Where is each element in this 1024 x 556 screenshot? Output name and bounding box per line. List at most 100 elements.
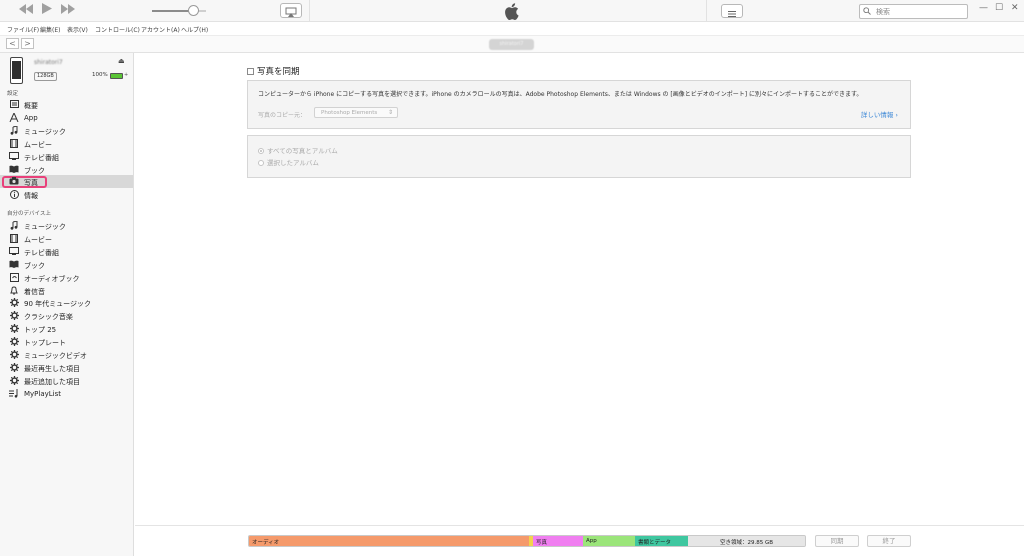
sidebar-device-item-3[interactable]: ブック [0, 258, 133, 271]
airplay-icon [285, 7, 297, 17]
option-all-label: すべての写真とアルバム [267, 147, 338, 155]
sidebar-settings-item-7[interactable]: 情報 [0, 188, 133, 201]
sidebar-item-label: 写真 [24, 179, 38, 188]
sidebar-item-label: MyPlayList [24, 389, 62, 398]
menu-view[interactable]: 表示(V) [67, 25, 88, 34]
sidebar-item-label: 最近再生した項目 [24, 364, 80, 373]
up-next-list-button[interactable] [721, 4, 743, 18]
sidebar-item-label: App [24, 113, 38, 122]
sidebar-settings-item-5[interactable]: ブック [0, 163, 133, 176]
more-info-link[interactable]: 詳しい情報 › [861, 109, 898, 119]
back-button[interactable]: < [6, 38, 19, 49]
gear-icon [9, 350, 19, 359]
sidebar-device-item-7[interactable]: クラシック音楽 [0, 309, 133, 322]
device-title-pill[interactable]: shiratori7 [489, 39, 534, 50]
airplay-button[interactable] [280, 3, 302, 18]
sidebar-item-label: トップレート [24, 339, 66, 348]
sidebar-device-item-10[interactable]: ミュージックビデオ [0, 348, 133, 361]
search-icon [863, 7, 871, 15]
eject-icon[interactable]: ⏏ [118, 57, 125, 65]
sidebar-item-label: ミュージック [24, 223, 66, 231]
sidebar-settings-item-1[interactable]: App [0, 111, 133, 124]
radio-selected-icon [258, 148, 264, 154]
more-info-label: 詳しい情報 [860, 111, 894, 119]
gear-icon [9, 324, 19, 334]
camera-icon [9, 177, 19, 186]
copy-from-value: Photoshop Elements [321, 110, 378, 116]
sidebar-item-label: ミュージックビデオ [24, 352, 87, 360]
play-icon[interactable] [42, 3, 52, 17]
sidebar-item-label: 概要 [24, 102, 38, 110]
navigation-bar: < > shiratori7 [0, 36, 1024, 53]
playlist-icon [9, 388, 19, 398]
capacity-segment: 写真 [533, 536, 583, 546]
sidebar-device-item-9[interactable]: トップレート [0, 335, 133, 348]
sidebar-device-item-11[interactable]: 最近再生した項目 [0, 361, 133, 374]
close-button[interactable]: ✕ [1011, 3, 1019, 13]
capacity-bar: オーディオ 写真 App 書類とデータ 空き領域：29.85 GB [248, 535, 806, 547]
menu-edit[interactable]: 編集(E) [40, 25, 60, 34]
battery-percent: 100% [92, 72, 108, 78]
sync-button[interactable]: 同期 [815, 535, 859, 547]
fast-forward-icon[interactable] [61, 3, 75, 17]
capacity-segment: 書類とデータ [635, 536, 688, 546]
movie-icon [9, 233, 19, 243]
done-button[interactable]: 終了 [867, 535, 911, 547]
bell-icon [9, 285, 19, 295]
sidebar-item-label: ミュージック [24, 127, 66, 136]
menu-help[interactable]: ヘルプ(H) [181, 25, 208, 34]
app-icon [9, 112, 19, 123]
menu-bar: ファイル(F) 編集(E) 表示(V) コントロール(C) アカウント(A) ヘ… [0, 22, 1024, 36]
toolbar-divider [309, 0, 310, 22]
menu-account[interactable]: アカウント(A) [141, 25, 180, 34]
copy-from-label: 写真のコピー元： [258, 112, 307, 119]
option-selected-label: 選択したアルバム [267, 159, 319, 167]
photo-source-panel: コンピューターから iPhone にコピーする写真を選択できます。iPhone … [247, 80, 911, 129]
sidebar-settings-item-0[interactable]: 概要 [0, 98, 133, 111]
option-selected-albums[interactable]: 選択したアルバム [258, 157, 319, 167]
gear-icon [9, 375, 19, 385]
gear-icon [9, 311, 19, 321]
sidebar-device-item-13[interactable]: MyPlayList [0, 387, 133, 400]
forward-button[interactable]: > [21, 38, 34, 49]
copy-from-select[interactable]: Photoshop Elements ⇕ [314, 107, 398, 118]
summary-icon [9, 100, 19, 109]
search-placeholder: 検索 [876, 8, 890, 16]
sidebar-device-item-6[interactable]: 90 年代ミュージック [0, 296, 133, 309]
sidebar-settings-item-6[interactable]: 写真 [0, 175, 133, 189]
settings-section-header: 設定 [7, 91, 19, 97]
sidebar-settings-item-3[interactable]: ムービー [0, 137, 133, 150]
device-name: shiratori7 [34, 59, 63, 66]
info-icon [9, 190, 19, 200]
footer-divider [135, 525, 1024, 526]
sync-photos-checkbox[interactable] [247, 68, 254, 75]
rewind-icon[interactable] [19, 3, 33, 17]
search-field[interactable]: 検索 [859, 4, 968, 19]
book-icon [9, 260, 19, 269]
gear-icon [9, 337, 19, 347]
minimize-button[interactable]: — [979, 3, 988, 13]
sidebar-device-item-1[interactable]: ムービー [0, 232, 133, 245]
sidebar: shiratori7 ⏏ 128GB 100% + 設定 概要 App ミュージック… [0, 53, 134, 556]
charging-icon: + [124, 72, 129, 78]
sidebar-device-item-0[interactable]: ミュージック [0, 219, 133, 232]
sidebar-device-item-12[interactable]: 最近追加した項目 [0, 374, 133, 387]
list-icon [728, 11, 736, 17]
option-all-albums[interactable]: すべての写真とアルバム [258, 145, 338, 155]
sidebar-device-item-4[interactable]: オーディオブック [0, 271, 133, 284]
sync-photos-row[interactable]: 写真を同期 [247, 65, 300, 77]
capacity-segment: 空き領域：29.85 GB [688, 536, 805, 546]
volume-slider-knob[interactable] [187, 5, 199, 16]
sync-photos-label: 写真を同期 [257, 67, 300, 77]
maximize-button[interactable]: ☐ [995, 3, 1003, 13]
menu-controls[interactable]: コントロール(C) [95, 25, 140, 34]
sidebar-settings-item-4[interactable]: テレビ番組 [0, 150, 133, 163]
iphone-icon [10, 57, 23, 84]
sidebar-settings-item-2[interactable]: ミュージック [0, 124, 133, 137]
sidebar-device-item-8[interactable]: トップ 25 [0, 322, 133, 335]
menu-file[interactable]: ファイル(F) [7, 25, 39, 34]
sidebar-device-item-2[interactable]: テレビ番組 [0, 245, 133, 258]
sidebar-device-item-5[interactable]: 着信音 [0, 284, 133, 297]
sidebar-item-label: ムービー [24, 235, 52, 244]
chevron-right-icon: › [895, 111, 898, 119]
